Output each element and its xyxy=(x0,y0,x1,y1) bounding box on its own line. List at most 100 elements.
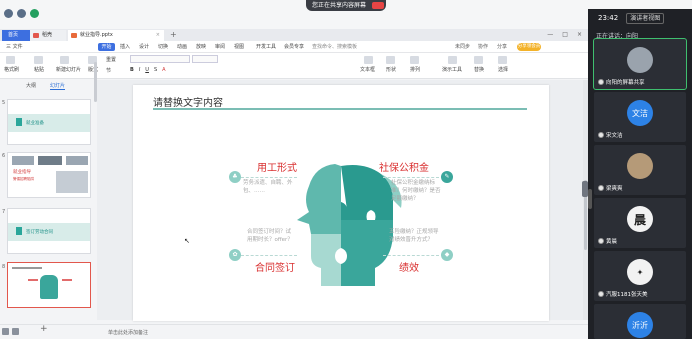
presenter-view-button[interactable]: 演讲者视图 xyxy=(626,12,665,24)
arrange-icon[interactable] xyxy=(410,56,419,64)
notes-placeholder[interactable]: 单击此处添加备注 xyxy=(108,329,148,336)
sync-status[interactable]: 未同步 xyxy=(455,43,470,50)
ribbon: 格式刷 粘贴 新建幻灯片 版式 重置 节 B I U S A 文本框 形状 排列 xyxy=(0,53,588,79)
menu-member[interactable]: 会员专享 xyxy=(284,43,304,50)
app-icon[interactable] xyxy=(17,9,26,18)
new-slide-label: 新建幻灯片 xyxy=(56,67,82,73)
panel-tabs: 大纲 幻灯片 xyxy=(0,80,95,90)
tab-home-label: 首页 xyxy=(8,32,19,38)
participant-tile[interactable]: 文洁 宋文洁 xyxy=(594,92,686,142)
label-employment-type[interactable]: 用工形式 xyxy=(257,159,297,174)
participant-tile[interactable]: 沂沂 xyxy=(594,304,686,339)
textbox-icon[interactable] xyxy=(364,56,373,64)
member-badge[interactable]: 分享领会员 xyxy=(517,43,541,51)
participant-tile[interactable]: 向阳的屏幕共享 xyxy=(593,38,687,90)
menu-animation[interactable]: 动画 xyxy=(177,43,187,50)
share-button[interactable]: 分享 xyxy=(497,43,507,50)
tab-home[interactable]: 首页 xyxy=(2,30,30,41)
underline-button[interactable]: U xyxy=(145,67,149,73)
menu-insert[interactable]: 插入 xyxy=(120,43,130,50)
tab-document-label: 就业指导.pptx xyxy=(80,32,113,38)
bold-button[interactable]: B xyxy=(130,67,134,73)
text-employment-type[interactable]: 劳务派遣、自聘、外包、…… xyxy=(243,179,295,195)
close-window-button[interactable]: × xyxy=(577,31,582,38)
format-painter-icon[interactable] xyxy=(6,56,15,64)
presentation-tools-icon[interactable] xyxy=(448,56,457,64)
normal-view-icon[interactable] xyxy=(12,328,19,335)
connector-line xyxy=(241,177,297,178)
slide[interactable]: 请替换文字内容 ♣ ✎ ✿ ◆ 用工形式 社保公积金 合同签订 绩效 劳务派遣、… xyxy=(133,85,549,321)
app-icon[interactable] xyxy=(4,9,13,18)
tab-document[interactable]: 就业指导.pptx × xyxy=(68,30,164,41)
strike-button[interactable]: S xyxy=(154,67,157,73)
menu-slideshow[interactable]: 放映 xyxy=(196,43,206,50)
minimize-button[interactable]: — xyxy=(547,31,553,38)
label-contract[interactable]: 合同签订 xyxy=(255,259,295,274)
connector-line xyxy=(383,255,439,256)
status-bar xyxy=(0,324,588,339)
avatar: 晨 xyxy=(627,206,653,232)
slide-title[interactable]: 请替换文字内容 xyxy=(153,94,223,109)
menu-transition[interactable]: 切换 xyxy=(158,43,168,50)
share-status-pill[interactable]: 您正在共享内容屏幕 xyxy=(306,0,386,11)
menu-review[interactable]: 审阅 xyxy=(215,43,225,50)
thumb-number: 5 xyxy=(2,100,6,106)
tab-slides[interactable]: 幻灯片 xyxy=(50,82,66,90)
share-status-text: 您正在共享内容屏幕 xyxy=(312,2,367,9)
thumb-line xyxy=(62,279,72,281)
menu-file[interactable]: 三 文件 xyxy=(6,43,23,50)
section-label[interactable]: 节 xyxy=(106,67,111,74)
paste-icon[interactable] xyxy=(34,56,43,64)
label-social-insurance[interactable]: 社保公积金 xyxy=(379,159,429,174)
tab-wps[interactable]: 稻壳 xyxy=(30,30,66,41)
participant-tile[interactable]: 晨 黄晨 xyxy=(594,198,686,248)
participant-name-text: 向阳的屏幕共享 xyxy=(606,80,645,86)
select-icon[interactable] xyxy=(498,56,507,64)
close-icon[interactable]: × xyxy=(156,30,160,41)
font-family-select[interactable] xyxy=(130,55,190,63)
presentation-tools-label: 演示工具 xyxy=(442,67,463,73)
text-performance[interactable]: 五险缴纳？正规领导对绩效晋升方式？ xyxy=(389,228,439,244)
thumb-line xyxy=(28,279,38,281)
tab-outline[interactable]: 大纲 xyxy=(26,82,36,89)
reset-label[interactable]: 重置 xyxy=(106,56,116,63)
mic-icon xyxy=(598,79,604,85)
meeting-scrollbar[interactable] xyxy=(588,189,592,209)
slide-thumbnail[interactable]: 就业准备 xyxy=(7,99,91,145)
thumb-line xyxy=(12,267,42,269)
slide-thumbnail[interactable]: 签订劳动合同 xyxy=(7,208,91,254)
participant-name: 宋文洁 xyxy=(598,131,623,139)
text-contract[interactable]: 合同签订时间？试用期时长？offer？ xyxy=(247,228,293,244)
collab-button[interactable]: 协作 xyxy=(478,43,488,50)
stop-share-button[interactable] xyxy=(372,2,384,9)
avatar: 文洁 xyxy=(627,100,653,126)
shape-label: 形状 xyxy=(386,67,397,73)
maximize-button[interactable]: □ xyxy=(562,31,568,38)
wifi-icon[interactable] xyxy=(30,9,39,18)
participant-tile[interactable]: 梁爽爽 xyxy=(594,145,686,195)
menu-view[interactable]: 视图 xyxy=(234,43,244,50)
add-slide-button[interactable]: + xyxy=(40,324,48,334)
label-performance[interactable]: 绩效 xyxy=(399,259,419,274)
replace-icon[interactable] xyxy=(474,56,483,64)
tab-bar: 首页 稻壳 就业指导.pptx × + — □ × xyxy=(0,29,588,41)
new-slide-icon[interactable] xyxy=(60,56,69,64)
command-search[interactable]: 查找命令、搜索模板 xyxy=(312,43,357,50)
menu-design[interactable]: 设计 xyxy=(139,43,149,50)
slide-thumbnail-selected[interactable] xyxy=(7,262,91,308)
font-color-button[interactable]: A xyxy=(162,67,165,73)
menu-start[interactable]: 开始 xyxy=(98,43,115,51)
text-social-insurance[interactable]: 社保公积金缴纳标准？何时缴纳？是否足额缴纳？ xyxy=(391,179,441,203)
thumbnail-view-icon[interactable] xyxy=(2,328,9,335)
window-controls: — □ × xyxy=(547,31,582,38)
italic-button[interactable]: I xyxy=(139,67,140,73)
participant-name-text: 汽服1181张天美 xyxy=(606,292,648,298)
slide-thumbnail[interactable]: 就业指导 警惕招聘陷阱 xyxy=(7,152,91,198)
thumb-title: 就业准备 xyxy=(26,121,44,126)
participant-tile[interactable]: ✦ 汽服1181张天美 xyxy=(594,251,686,301)
new-tab-button[interactable]: + xyxy=(170,30,177,39)
menu-devtools[interactable]: 开发工具 xyxy=(256,43,276,50)
font-size-select[interactable] xyxy=(192,55,218,63)
avatar xyxy=(627,153,653,179)
shape-icon[interactable] xyxy=(386,56,395,64)
